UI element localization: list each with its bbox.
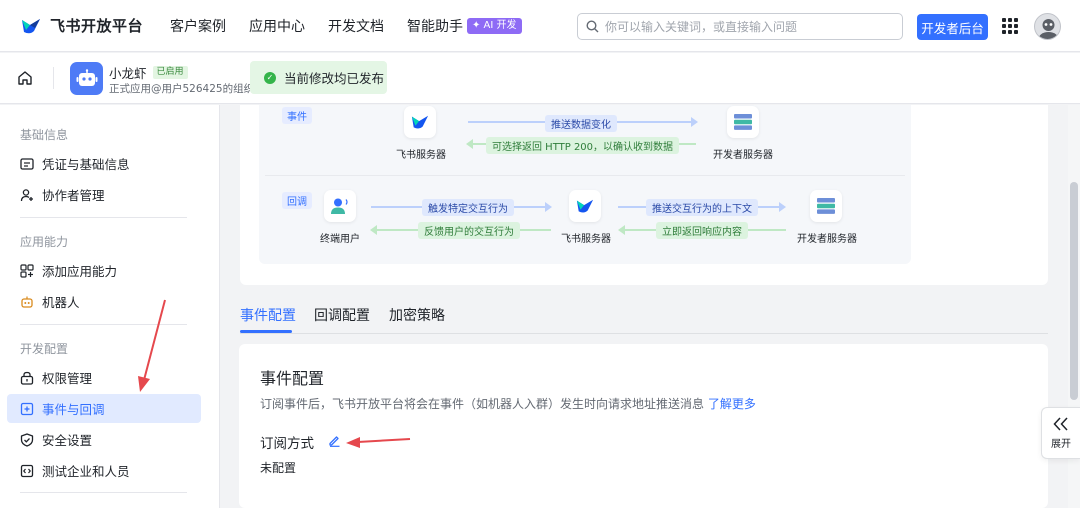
sidebar-group-app-capabilities: 应用能力: [20, 235, 69, 249]
sidebar-item-label: 协作者管理: [42, 188, 105, 203]
lock-icon: [20, 371, 34, 385]
search-input[interactable]: 你可以输入关键词，或直接输入问题: [577, 13, 903, 40]
nav-ai-assistant-label: 智能助手: [407, 19, 463, 35]
arrow-push-context-label: 推送交互行为的上下文: [646, 199, 758, 216]
dev-server-node-icon: [810, 190, 842, 222]
app-name-row: 小龙虾 已启用: [109, 63, 188, 82]
event-config-title: 事件配置: [260, 369, 325, 388]
sidebar-group-dev-config: 开发配置: [20, 342, 69, 356]
sidebar-item-credentials[interactable]: 凭证与基础信息: [7, 149, 201, 178]
active-tab-indicator: [240, 330, 292, 333]
sidebar-item-events-callbacks[interactable]: 事件与回调: [7, 394, 201, 423]
learn-more-link[interactable]: 了解更多: [708, 397, 756, 411]
config-tabs: 事件配置 回调配置 加密策略: [240, 296, 1048, 334]
developer-console-button[interactable]: 开发者后台: [917, 14, 988, 40]
sidebar-divider: [20, 217, 187, 218]
edit-icon[interactable]: [328, 434, 341, 451]
nav-customer-cases[interactable]: 客户案例: [170, 16, 226, 36]
arrow-trigger-interaction-label: 触发特定交互行为: [422, 199, 514, 216]
divider: [53, 67, 54, 89]
expand-panel-button[interactable]: 展开: [1041, 407, 1080, 459]
app-context-bar: 小龙虾 已启用 正式应用@用户526425的组织 ✓ 当前修改均已发布: [0, 53, 1080, 104]
logo-text: 飞书开放平台: [50, 17, 144, 35]
double-chevron-left-icon: [1053, 416, 1068, 431]
user-avatar[interactable]: [1034, 13, 1061, 40]
avatar-image: [1038, 19, 1059, 39]
description-text: 订阅事件后，飞书开放平台将会在事件（如机器人入群）发生时向请求地址推送消息: [260, 397, 705, 411]
event-config-description: 订阅事件后，飞书开放平台将会在事件（如机器人入群）发生时向请求地址推送消息 了解…: [260, 395, 756, 412]
code-icon: [20, 464, 34, 478]
tab-encryption-strategy[interactable]: 加密策略: [389, 305, 445, 325]
scrollbar-thumb[interactable]: [1070, 182, 1078, 400]
sidebar-item-bot[interactable]: 机器人: [7, 287, 201, 316]
search-placeholder: 你可以输入关键词，或直接输入问题: [605, 20, 798, 34]
flow-divider: [265, 175, 905, 176]
ai-dev-badge: ✦ AI 开发: [467, 18, 522, 34]
callback-dev-server-label: 开发者服务器: [797, 234, 857, 245]
main-nav: 客户案例 应用中心 开发文档 智能助手 ✦ AI 开发: [170, 0, 545, 52]
shield-icon: [20, 432, 34, 447]
top-navigation-bar: 飞书开放平台 客户案例 应用中心 开发文档 智能助手 ✦ AI 开发 你可以输入…: [0, 0, 1080, 52]
sidebar-divider: [20, 324, 187, 325]
arrow-push-data-label: 推送数据变化: [545, 115, 617, 132]
nav-app-center[interactable]: 应用中心: [249, 16, 305, 36]
sidebar-item-label: 添加应用能力: [42, 264, 118, 279]
subscription-method-value: 未配置: [260, 461, 297, 475]
sidebar-item-security[interactable]: 安全设置: [7, 425, 201, 454]
sidebar-item-label: 安全设置: [42, 433, 93, 448]
toast-text: 当前修改均已发布: [284, 71, 385, 86]
event-config-card: [239, 344, 1048, 508]
tab-callback-config[interactable]: 回调配置: [314, 305, 370, 325]
arrow-return-200-label: 可选择返回 HTTP 200，以确认收到数据: [486, 137, 680, 154]
feishu-server-node-icon: [569, 190, 601, 222]
id-card-icon: [20, 157, 34, 171]
event-dev-server-label: 开发者服务器: [713, 150, 773, 161]
user-add-icon: [20, 188, 34, 202]
tab-event-config[interactable]: 事件配置: [240, 305, 296, 325]
feishu-open-platform-logo[interactable]: 飞书开放平台: [20, 15, 143, 36]
feishu-server-node-icon: [404, 106, 436, 138]
event-tag: 事件: [282, 107, 312, 124]
nav-dev-docs[interactable]: 开发文档: [328, 16, 384, 36]
nav-ai-assistant[interactable]: 智能助手 ✦ AI 开发: [407, 16, 522, 36]
sidebar-item-test-enterprise[interactable]: 测试企业和人员: [7, 456, 201, 485]
robot-icon: [20, 295, 34, 309]
search-icon: [586, 20, 599, 33]
sidebar-item-label: 事件与回调: [42, 402, 105, 417]
event-feishu-server-label: 飞书服务器: [396, 150, 446, 161]
sidebar-item-add-capability[interactable]: 添加应用能力: [7, 256, 201, 285]
app-org: 正式应用@用户526425的组织: [109, 83, 255, 95]
subscription-method-label: 订阅方式: [260, 436, 314, 452]
add-grid-icon: [20, 263, 34, 278]
sidebar-item-label: 测试企业和人员: [42, 464, 130, 479]
app-robot-icon: [70, 62, 103, 95]
sidebar-item-permissions[interactable]: 权限管理: [7, 363, 201, 392]
dev-server-node-icon: [727, 106, 759, 138]
sidebar-group-basic-info: 基础信息: [20, 128, 69, 142]
feishu-logo-icon: [22, 18, 40, 33]
expand-label: 展开: [1051, 438, 1071, 450]
sidebar-divider: [20, 492, 187, 493]
arrow-feedback-interaction-label: 反馈用户的交互行为: [418, 222, 520, 239]
sidebar-item-label: 权限管理: [42, 371, 93, 386]
app-name: 小龙虾: [109, 66, 147, 81]
callback-end-user-label: 终端用户: [320, 234, 360, 245]
callback-tag: 回调: [282, 192, 312, 209]
event-plus-icon: [20, 402, 34, 416]
check-circle-icon: ✓: [264, 71, 276, 84]
subscription-method-row: 订阅方式: [260, 432, 341, 452]
sidebar: 基础信息 凭证与基础信息 协作者管理 应用能力 添加应用能力 机器人 开发配置 …: [0, 105, 220, 508]
app-grid-icon[interactable]: [1002, 18, 1018, 34]
sidebar-item-label: 凭证与基础信息: [42, 157, 130, 172]
callback-feishu-server-label: 飞书服务器: [561, 234, 611, 245]
end-user-node-icon: [324, 190, 356, 222]
sidebar-item-collaborators[interactable]: 协作者管理: [7, 180, 201, 209]
home-icon[interactable]: [17, 70, 33, 90]
sidebar-item-label: 机器人: [42, 295, 80, 310]
app-status-badge: 已启用: [152, 66, 188, 79]
arrow-return-response-label: 立即返回响应内容: [656, 222, 748, 239]
publish-status-toast: ✓ 当前修改均已发布: [250, 61, 387, 94]
